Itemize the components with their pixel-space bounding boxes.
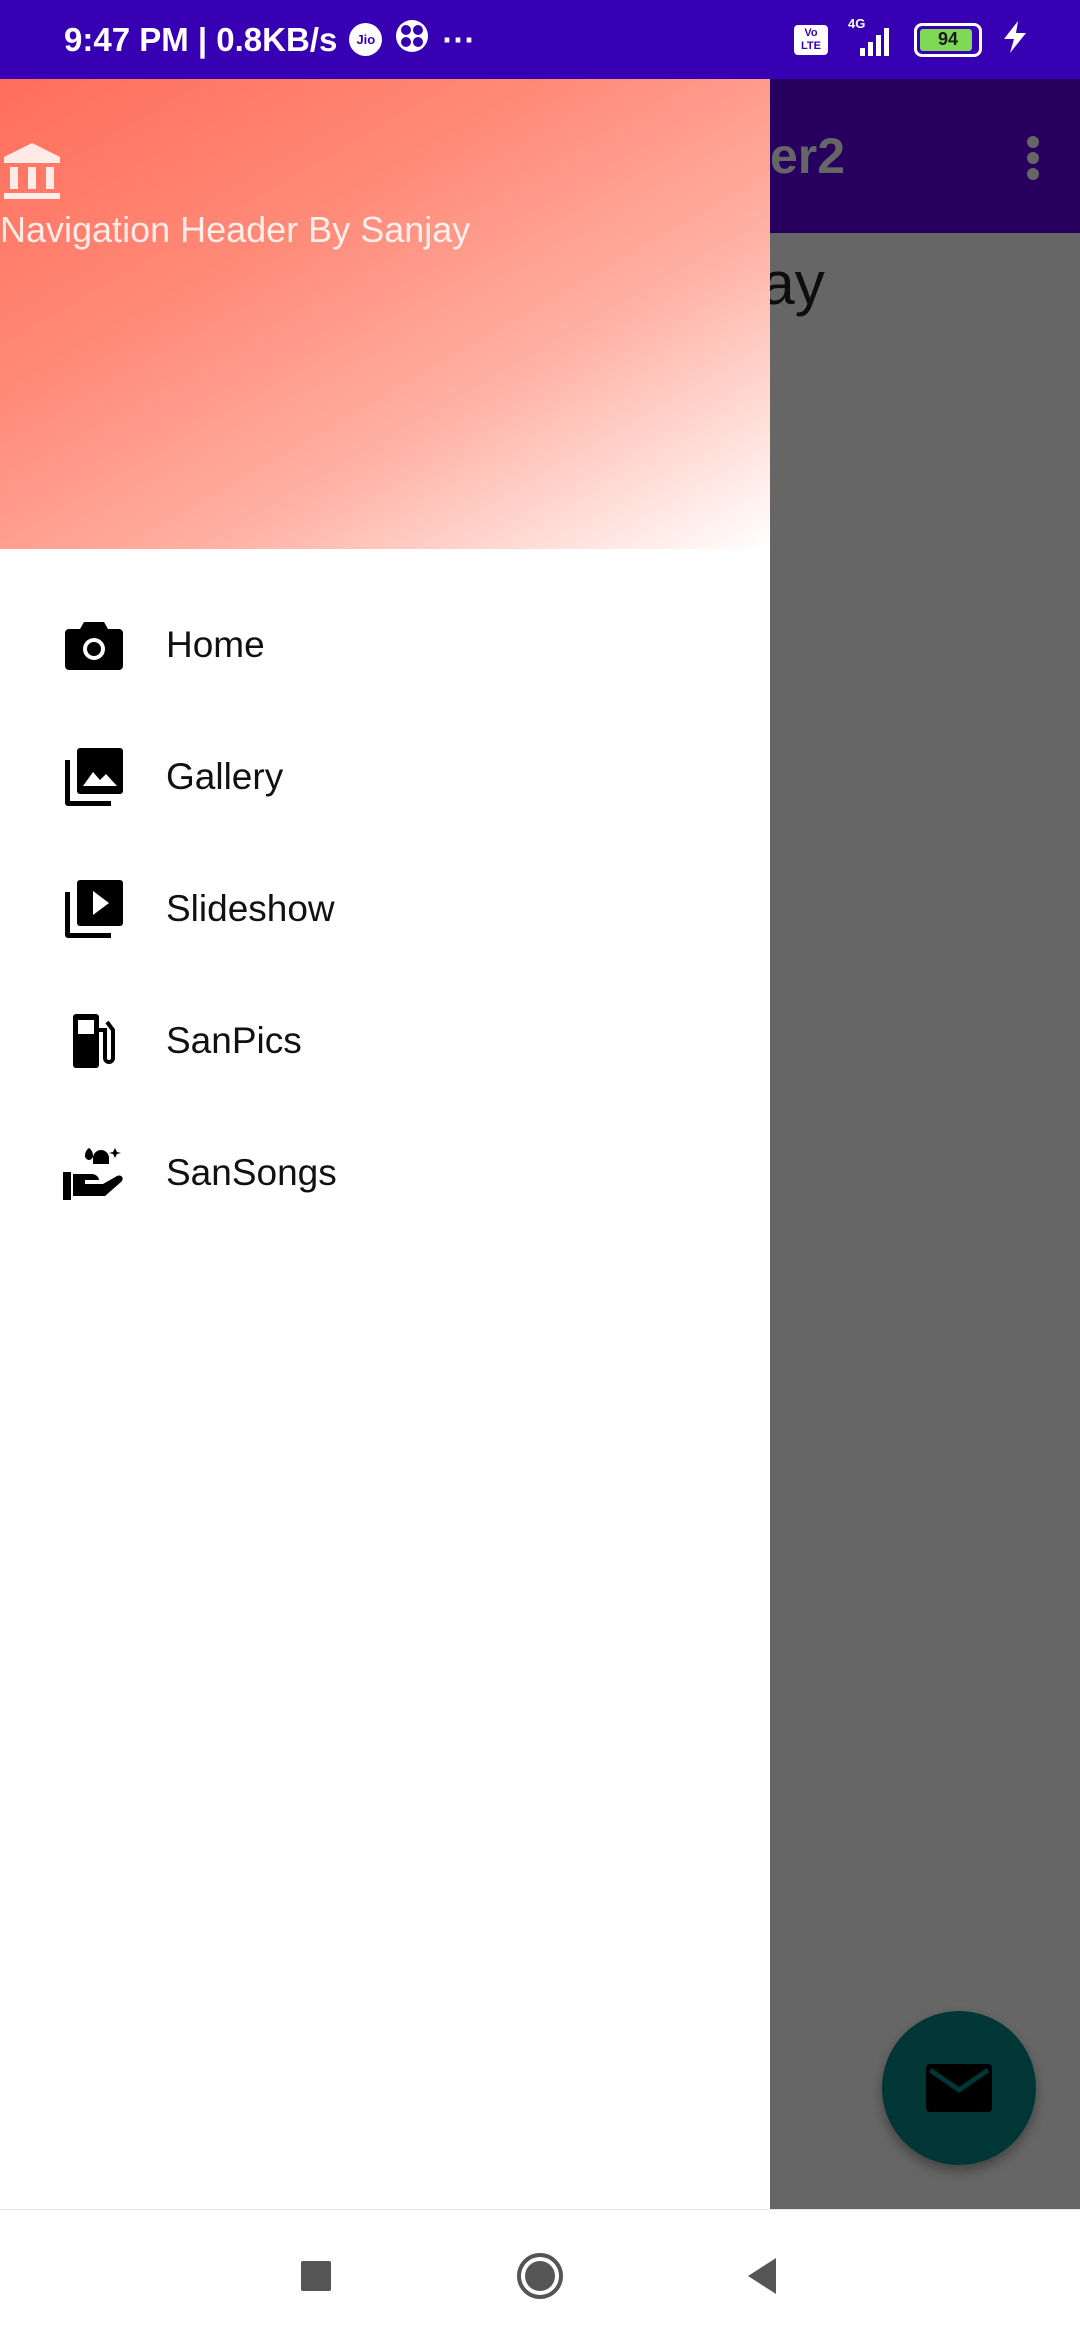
drawer-item-label: Gallery [166,756,284,797]
drawer-item-sansongs[interactable]: SanSongs [0,1107,770,1239]
bank-icon [0,139,64,203]
fan-icon [394,18,430,62]
drawer-header-title: Navigation Header By Sanjay [0,209,471,250]
volte-bottom: LTE [801,39,821,52]
system-nav-bar [0,2209,1080,2341]
photo-library-icon [62,745,126,809]
drawer-header: Navigation Header By Sanjay [0,79,770,549]
drawer-item-home[interactable]: Home [0,579,770,711]
drawer-item-label: Slideshow [166,888,335,929]
home-button[interactable] [514,2210,566,2341]
volte-icon: Vo LTE [794,24,828,55]
circle-icon [517,2252,563,2299]
clean-hands-icon [62,1141,126,1205]
back-button[interactable] [736,2210,788,2341]
slideshow-icon [62,877,126,941]
status-right: Vo LTE 4G 94 [794,0,1030,79]
fuel-pump-icon [62,1009,126,1073]
navigation-drawer: Navigation Header By Sanjay Home Gallery… [0,79,770,2209]
drawer-item-label: SanPics [166,1020,302,1061]
signal-icon: 4G [846,16,896,58]
back-triangle-icon [748,2257,776,2294]
battery-icon: 94 [914,22,982,57]
camera-icon [62,613,126,677]
jio-icon: Jio [349,23,383,56]
drawer-item-gallery[interactable]: Gallery [0,711,770,843]
drawer-item-slideshow[interactable]: Slideshow [0,843,770,975]
drawer-item-sanpics[interactable]: SanPics [0,975,770,1107]
drawer-item-label: Home [166,624,265,665]
recents-button[interactable] [290,2210,342,2341]
drawer-menu: Home Gallery Slideshow SanPics SanSongs [0,579,770,1239]
battery-level: 94 [937,29,959,49]
square-icon [301,2260,331,2291]
charging-icon [1000,19,1030,60]
volte-top: Vo [804,26,818,39]
drawer-item-label: SanSongs [166,1152,337,1193]
more-notifications-icon: ··· [442,20,476,58]
status-time-speed: 9:47 PM | 0.8KB/s [64,20,338,58]
status-bar: 9:47 PM | 0.8KB/s Jio ··· Vo LTE 4G 94 [0,0,1080,79]
network-type: 4G [848,15,866,31]
status-left: 9:47 PM | 0.8KB/s Jio ··· [64,0,475,79]
